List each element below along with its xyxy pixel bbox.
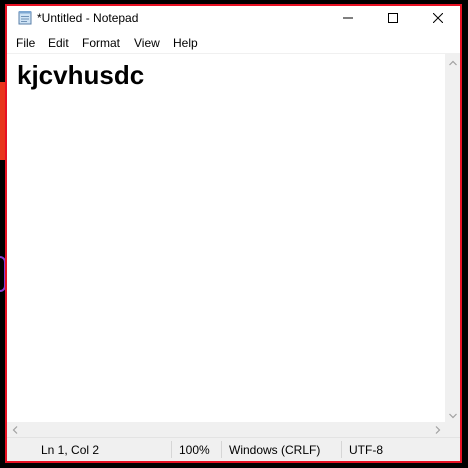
minimize-button[interactable] bbox=[325, 6, 370, 32]
chevron-up-icon bbox=[448, 53, 457, 71]
text-editor[interactable]: kjcvhusdc bbox=[7, 54, 445, 422]
scrollbar-corner bbox=[445, 422, 460, 437]
chevron-down-icon bbox=[448, 406, 457, 424]
scroll-right-button[interactable] bbox=[430, 422, 445, 437]
menu-edit[interactable]: Edit bbox=[48, 36, 69, 50]
chevron-left-icon bbox=[12, 421, 18, 439]
menu-bar: File Edit Format View Help bbox=[7, 33, 460, 53]
horizontal-scrollbar[interactable] bbox=[7, 422, 445, 437]
menu-view[interactable]: View bbox=[134, 36, 160, 50]
scroll-down-button[interactable] bbox=[445, 407, 460, 422]
editor-content[interactable]: kjcvhusdc bbox=[17, 60, 144, 91]
status-encoding: UTF-8 bbox=[349, 443, 383, 457]
vertical-scrollbar[interactable] bbox=[445, 54, 460, 422]
close-button[interactable] bbox=[415, 6, 460, 32]
minimize-icon bbox=[342, 10, 353, 28]
status-divider bbox=[221, 441, 222, 458]
maximize-icon bbox=[387, 10, 398, 28]
scroll-up-button[interactable] bbox=[445, 54, 460, 69]
menu-help[interactable]: Help bbox=[173, 36, 198, 50]
status-zoom: 100% bbox=[179, 443, 210, 457]
close-icon bbox=[432, 10, 443, 28]
status-cursor-position: Ln 1, Col 2 bbox=[41, 443, 100, 457]
status-line-ending: Windows (CRLF) bbox=[229, 443, 321, 457]
maximize-button[interactable] bbox=[370, 6, 415, 32]
scroll-left-button[interactable] bbox=[7, 422, 22, 437]
menu-format[interactable]: Format bbox=[82, 36, 120, 50]
status-bar: Ln 1, Col 2 100% Windows (CRLF) UTF-8 bbox=[7, 437, 460, 461]
notepad-window: *Untitled - Notepad File Edit Format Vie… bbox=[5, 4, 462, 463]
status-divider bbox=[171, 441, 172, 458]
menu-file[interactable]: File bbox=[16, 36, 35, 50]
status-divider bbox=[341, 441, 342, 458]
title-bar[interactable]: *Untitled - Notepad bbox=[7, 6, 460, 32]
chevron-right-icon bbox=[435, 421, 441, 439]
window-title: *Untitled - Notepad bbox=[37, 11, 139, 25]
notepad-icon bbox=[17, 10, 33, 25]
